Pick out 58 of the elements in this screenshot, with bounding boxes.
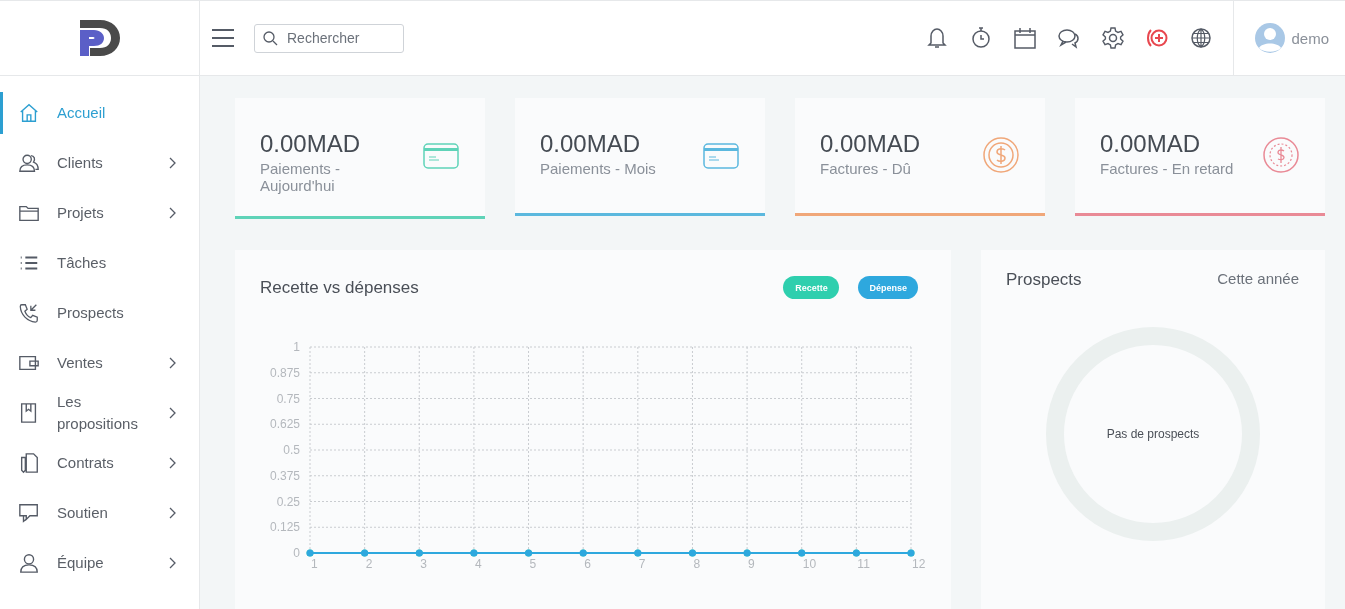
chat-icon — [18, 502, 40, 524]
y-tick-label: 0 — [293, 546, 300, 560]
stat-value: 0.00MAD — [260, 130, 362, 158]
sidebar-item[interactable]: Les propositions — [0, 388, 199, 438]
y-tick-label: 1 — [293, 340, 300, 354]
settings-icon[interactable] — [1101, 26, 1126, 50]
chart-title: Recette vs dépenses — [260, 278, 419, 298]
y-tick-label: 0.75 — [276, 391, 300, 406]
chat-icon[interactable] — [1057, 26, 1082, 50]
bell-icon[interactable] — [925, 26, 950, 50]
sidebar-item[interactable]: Contrats — [0, 438, 199, 488]
sidebar-item[interactable]: Prospects — [0, 288, 199, 338]
stat-value: 0.00MAD — [820, 130, 922, 158]
y-tick-label: 0.875 — [269, 365, 300, 380]
stat-value: 0.00MAD — [1100, 130, 1202, 158]
globe-icon[interactable] — [1189, 26, 1214, 50]
x-tick-label: 2 — [365, 557, 373, 571]
user-icon — [18, 552, 40, 574]
sidebar-item[interactable]: Ventes — [0, 338, 199, 388]
stat-label: Paiements - Aujourd'hui — [260, 160, 342, 194]
empty-state-text: Pas de prospects — [1106, 427, 1200, 441]
x-tick-label: 3 — [420, 557, 427, 571]
y-tick-label: 0.5 — [283, 443, 300, 457]
home-icon — [18, 102, 40, 124]
calendar-icon[interactable] — [1013, 26, 1038, 50]
sidebar-item[interactable]: Soutien — [0, 488, 199, 538]
user-name[interactable]: demo — [1291, 29, 1329, 47]
menu-button[interactable] — [212, 29, 234, 47]
logo[interactable] — [79, 20, 120, 56]
x-tick-label: 4 — [474, 557, 482, 571]
x-tick-label: 8 — [693, 557, 701, 571]
period-selector[interactable]: Cette année — [1217, 270, 1299, 290]
y-tick-label: 0.25 — [276, 494, 300, 509]
stat-label: Factures - En retard — [1100, 160, 1235, 177]
search-icon — [263, 30, 278, 46]
x-tick-label: 5 — [529, 557, 537, 571]
x-tick-label: 1 — [311, 557, 318, 571]
sidebar-item[interactable]: Clients — [0, 138, 199, 188]
sidebar-item[interactable]: Tâches — [0, 238, 199, 288]
x-tick-label: 7 — [638, 557, 646, 571]
document-icon — [18, 452, 40, 474]
x-tick-label: 12 — [912, 557, 926, 571]
sidebar-item[interactable]: Équipe — [0, 538, 199, 588]
x-tick-label: 10 — [802, 557, 817, 571]
stat-label: Factures - Dû — [820, 160, 912, 177]
sidebar-item[interactable]: Projets — [0, 188, 199, 238]
y-tick-label: 0.625 — [269, 417, 300, 432]
card-title: Prospects — [1006, 270, 1082, 290]
users-icon — [18, 152, 40, 174]
stat-value: 0.00MAD — [540, 130, 642, 158]
search-field[interactable]: Rechercher — [254, 23, 404, 53]
y-tick-label: 0.375 — [269, 468, 300, 483]
x-tick-label: 9 — [748, 557, 755, 571]
phone-icon — [18, 302, 40, 324]
x-tick-label: 6 — [584, 557, 591, 571]
x-tick-label: 11 — [857, 557, 870, 571]
stat-label: Paiements - Mois — [540, 160, 657, 177]
y-tick-label: 0.125 — [269, 520, 300, 535]
